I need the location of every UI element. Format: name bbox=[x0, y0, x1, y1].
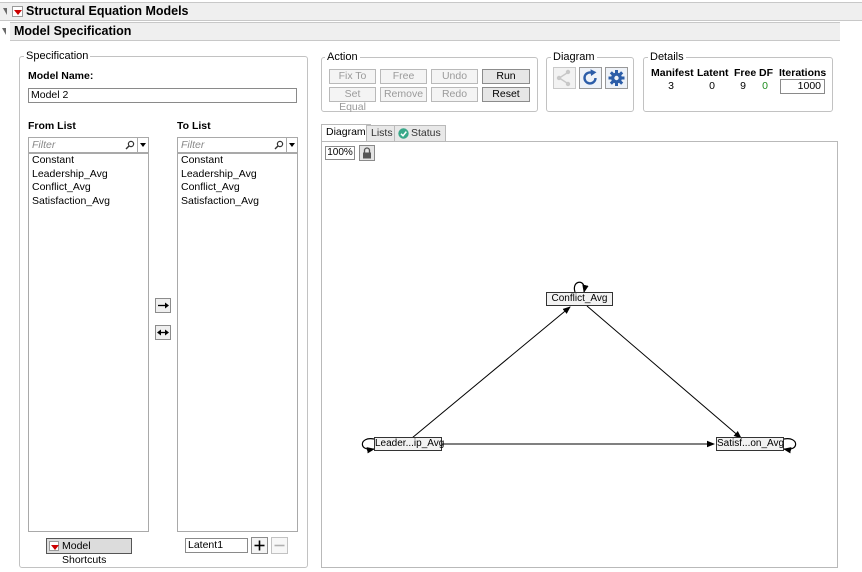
path-leadership-to-conflict bbox=[411, 306, 571, 439]
variance-loop-leadership bbox=[361, 438, 375, 454]
node-satisfaction[interactable]: Satisf...on_Avg bbox=[716, 437, 784, 451]
diagram-edges bbox=[361, 281, 797, 454]
path-conflict-to-satisfaction bbox=[586, 305, 742, 439]
variance-loop-satisfaction bbox=[783, 438, 797, 454]
node-leadership[interactable]: Leader...ip_Avg bbox=[374, 437, 444, 451]
node-conflict[interactable]: Conflict_Avg bbox=[546, 292, 613, 306]
variance-loop-conflict bbox=[573, 281, 589, 293]
